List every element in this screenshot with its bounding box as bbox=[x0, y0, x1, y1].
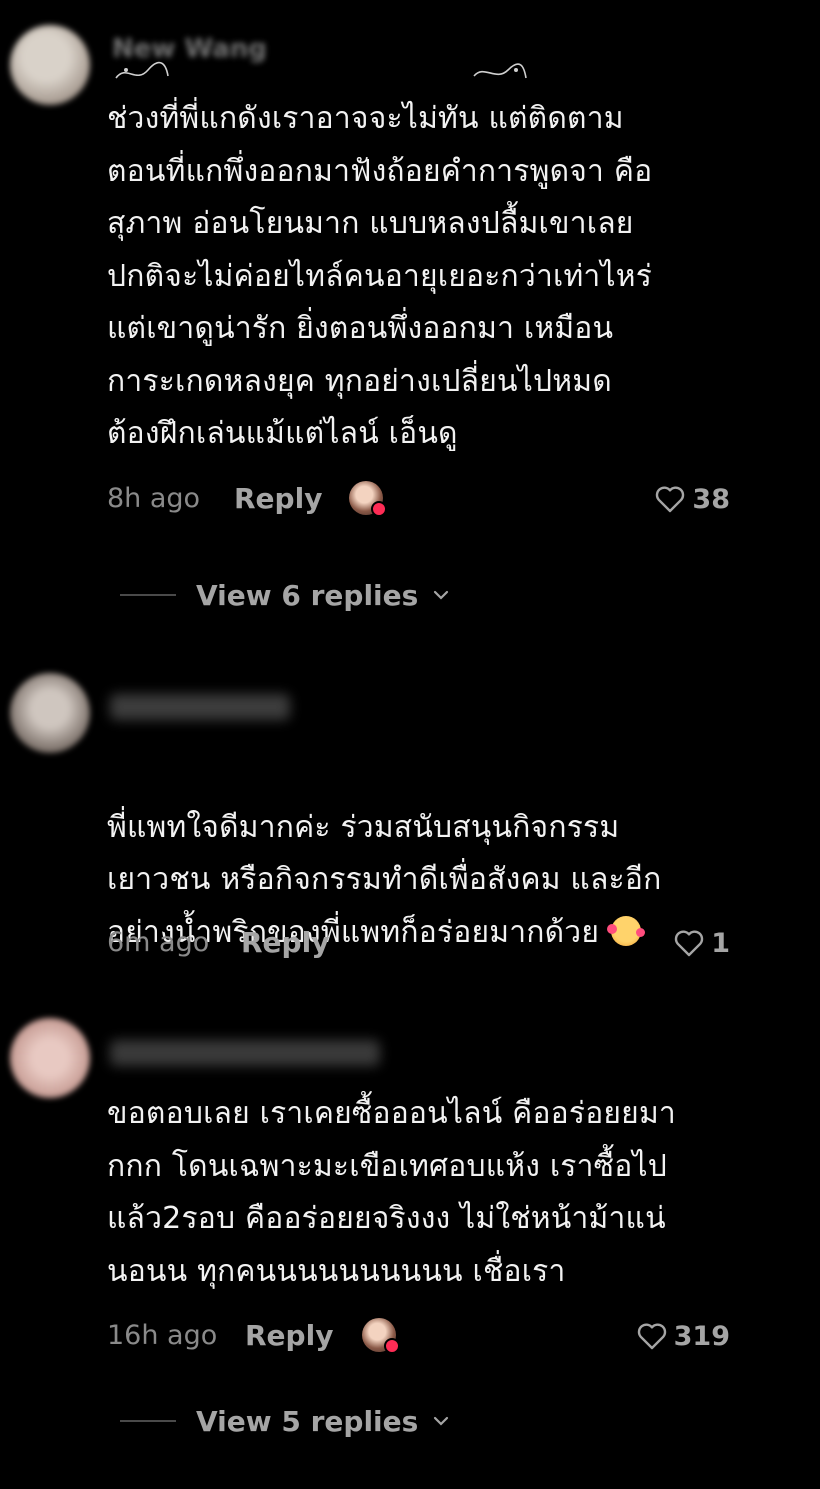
divider bbox=[120, 1420, 176, 1422]
liked-by-creator-icon bbox=[349, 481, 387, 517]
view-replies-label: View 6 replies bbox=[196, 578, 419, 612]
chevron-down-icon bbox=[434, 1416, 449, 1426]
username[interactable] bbox=[110, 694, 290, 720]
comment-actions: 16h ago Reply 319 bbox=[107, 1316, 730, 1356]
reply-button[interactable]: Reply bbox=[241, 923, 329, 963]
view-replies-button[interactable]: View 5 replies bbox=[120, 1401, 450, 1441]
like-button[interactable]: 1 bbox=[673, 923, 730, 963]
heart-icon bbox=[675, 930, 704, 957]
comment-time: 6m ago bbox=[107, 927, 210, 958]
like-count: 319 bbox=[673, 1320, 730, 1352]
avatar[interactable] bbox=[10, 1018, 90, 1098]
divider bbox=[120, 594, 176, 596]
comment-actions: 8h ago Reply 38 bbox=[107, 479, 730, 519]
chevron-down-icon bbox=[434, 590, 449, 600]
decorative-flourish-icon bbox=[115, 61, 169, 79]
heart-icon bbox=[637, 1323, 666, 1350]
comment-time: 16h ago bbox=[107, 1320, 218, 1351]
liked-by-creator-icon bbox=[362, 1318, 400, 1354]
decorative-flourish-icon bbox=[473, 63, 527, 79]
like-button[interactable]: 319 bbox=[636, 1316, 730, 1356]
comment-actions: 6m ago Reply 1 bbox=[107, 923, 730, 963]
like-count: 38 bbox=[692, 483, 730, 515]
like-button[interactable]: 38 bbox=[654, 479, 730, 519]
reply-button[interactable]: Reply bbox=[245, 1316, 333, 1356]
username[interactable] bbox=[110, 1040, 380, 1066]
view-replies-button[interactable]: View 6 replies bbox=[120, 575, 450, 615]
like-count: 1 bbox=[711, 927, 730, 959]
comment-time: 8h ago bbox=[107, 483, 201, 514]
comment-text: ขอตอบเลย เราเคยซื้อออนไลน์ คืออร่อยยมา ก… bbox=[107, 1096, 676, 1289]
view-replies-label: View 5 replies bbox=[196, 1404, 419, 1438]
heart-icon bbox=[656, 486, 685, 513]
reply-button[interactable]: Reply bbox=[234, 479, 322, 519]
avatar[interactable] bbox=[10, 25, 90, 105]
avatar[interactable] bbox=[10, 673, 90, 753]
comment-text: ช่วงที่พี่แกดังเราอาจจะไม่ทัน แต่ติดตาม … bbox=[107, 101, 653, 451]
